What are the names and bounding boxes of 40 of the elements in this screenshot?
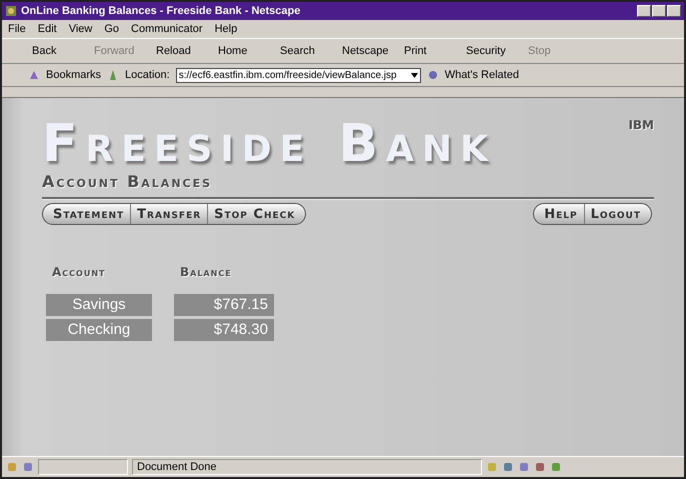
nav-button[interactable]: Transfer [130, 204, 208, 224]
menu-item[interactable]: View [68, 23, 92, 35]
menu-item[interactable]: Help [214, 23, 238, 35]
bookmarks-button[interactable]: Bookmarks [46, 69, 102, 81]
nav-button[interactable]: Statement [43, 204, 130, 224]
toolbar-button[interactable]: Home [218, 45, 280, 57]
menu-item[interactable]: Go [104, 23, 120, 35]
menu-item[interactable]: Communicator [131, 23, 203, 35]
whats-related-button[interactable]: What's Related [444, 69, 519, 81]
nav-button[interactable]: Help [534, 204, 584, 224]
nav-button[interactable]: Stop Check [207, 204, 306, 224]
toolbar-button[interactable]: Back [32, 45, 94, 57]
toolbar-button[interactable]: Print [404, 45, 466, 57]
toolbar-button[interactable]: Reload [156, 45, 218, 57]
related-icon [426, 69, 439, 81]
table-cell: Savings [46, 294, 152, 316]
bank-logo: Freeside Bank [42, 114, 496, 174]
maximize-button[interactable] [652, 5, 666, 17]
column-header: Account [51, 265, 106, 279]
menu-item[interactable]: Edit [38, 23, 57, 35]
status-text: Document Done [132, 459, 482, 475]
column-header: Balance [179, 265, 233, 279]
url-field[interactable]: s://ecf6.eastfin.ibm.com/freeside/viewBalance.jsp [176, 68, 421, 82]
app-icon [5, 5, 17, 17]
close-button[interactable] [667, 5, 681, 17]
menu-item[interactable]: File [8, 23, 26, 35]
table-cell: $748.30 [174, 319, 274, 341]
page-subtitle: Account Balances [42, 172, 214, 191]
table-cell: $767.15 [174, 294, 274, 316]
table-cell: Checking [46, 319, 152, 341]
window-title: OnLine Banking Balances - Freeside Bank - Netscape [21, 5, 302, 17]
nav-button[interactable]: Logout [584, 204, 651, 224]
toolbar-button[interactable]: Security [466, 45, 528, 57]
minimize-button[interactable] [637, 5, 651, 17]
location-label: Location: [125, 69, 170, 81]
dropdown-icon[interactable] [410, 72, 418, 78]
corner-logo: IBM [628, 118, 654, 132]
toolbar-button[interactable]: Netscape [342, 45, 404, 57]
bookmark-icon [28, 69, 40, 81]
toolbar-button[interactable]: Search [280, 45, 342, 57]
